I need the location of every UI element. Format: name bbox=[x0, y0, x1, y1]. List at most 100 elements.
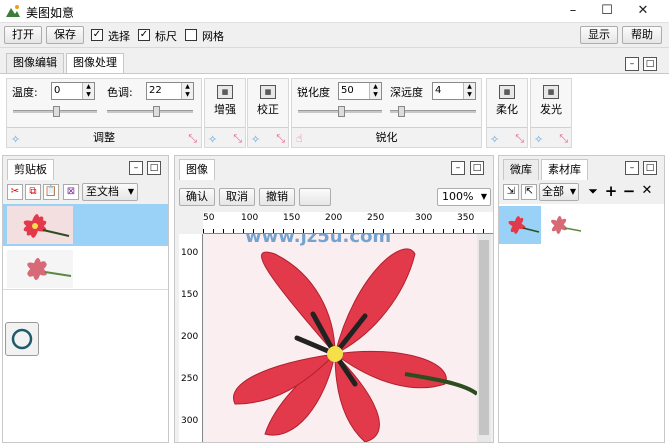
redo-button[interactable] bbox=[299, 188, 331, 206]
soften-button[interactable]: ▦ 柔化 bbox=[487, 79, 527, 127]
glow-button[interactable]: ▦ 发光 bbox=[531, 79, 571, 127]
minimize-button[interactable]: – bbox=[556, 0, 590, 22]
correct-group: ▦ 校正 ✧ ⤡ bbox=[247, 78, 289, 148]
grid-label: 网格 bbox=[202, 30, 224, 43]
ruler-tick: 150 bbox=[283, 213, 301, 223]
expand-arrows-icon[interactable]: ⤡ bbox=[515, 129, 524, 148]
expand-arrows-icon[interactable]: ⤡ bbox=[188, 129, 197, 148]
to-document-label: 至文档 bbox=[86, 185, 119, 198]
depth-slider[interactable] bbox=[390, 106, 476, 117]
expand-arrows-icon[interactable]: ⤡ bbox=[559, 129, 568, 148]
magic-wand-icon: ✧ bbox=[11, 133, 21, 146]
tab-clipboard[interactable]: 剪贴板 bbox=[7, 159, 54, 180]
expand-arrows-icon[interactable]: ⤡ bbox=[233, 129, 242, 148]
clipboard-list bbox=[3, 204, 168, 442]
maximize-button[interactable]: ☐ bbox=[590, 0, 624, 22]
library-toolbar: ⇲ ⇱ 全部 ▼ ⏷ + − ✕ bbox=[499, 180, 664, 204]
ruler-tick: 100 bbox=[241, 213, 259, 223]
clipboard-minimize-button[interactable]: – bbox=[129, 161, 143, 175]
image-canvas[interactable]: www.jz5u.com bbox=[205, 234, 477, 442]
correct-label: 校正 bbox=[257, 103, 279, 116]
glow-group-footer: ✧ ⤡ bbox=[531, 127, 571, 147]
save-button[interactable]: 保存 bbox=[46, 26, 84, 44]
temperature-label: 温度: bbox=[12, 86, 38, 99]
ribbon-tabs: 图像编辑 图像处理 – □ bbox=[0, 48, 669, 74]
select-checkbox[interactable]: ✓ bbox=[91, 29, 103, 41]
image-restore-button[interactable]: □ bbox=[470, 161, 484, 175]
temperature-slider[interactable] bbox=[13, 106, 97, 117]
lily-image bbox=[205, 234, 477, 442]
enhance-group: ▦ 增强 ✧ ⤡ bbox=[204, 78, 246, 148]
circle-tool-button[interactable] bbox=[5, 322, 39, 356]
library-item[interactable] bbox=[499, 206, 541, 244]
tab-material-library[interactable]: 素材库 bbox=[541, 159, 588, 180]
clipboard-restore-button[interactable]: □ bbox=[147, 161, 161, 175]
dropdown-arrow-icon[interactable]: ⏷ bbox=[585, 184, 601, 200]
library-restore-button[interactable]: □ bbox=[643, 161, 657, 175]
sharpness-slider[interactable] bbox=[298, 106, 382, 117]
import-icon[interactable]: ⇲ bbox=[503, 184, 519, 200]
tab-micro-library[interactable]: 微库 bbox=[503, 159, 539, 180]
paste-icon[interactable]: 📋 bbox=[43, 184, 59, 200]
temperature-spin-arrows[interactable]: ▲ ▼ bbox=[82, 83, 94, 99]
hue-slider[interactable] bbox=[107, 106, 193, 117]
library-minimize-button[interactable]: – bbox=[625, 161, 639, 175]
open-button[interactable]: 打开 bbox=[4, 26, 42, 44]
depth-slider-thumb[interactable] bbox=[398, 106, 405, 117]
tab-image-process[interactable]: 图像处理 bbox=[66, 53, 124, 74]
close-button[interactable]: ✕ bbox=[626, 0, 660, 22]
cancel-button[interactable]: 取消 bbox=[219, 188, 255, 206]
lily-thumbnail bbox=[7, 206, 73, 244]
export-icon[interactable]: ⇱ bbox=[521, 184, 537, 200]
hue-spin-arrows[interactable]: ▲ ▼ bbox=[181, 83, 193, 99]
sharpness-spin-arrows[interactable]: ▲ ▼ bbox=[369, 83, 381, 99]
close-icon[interactable]: ✕ bbox=[639, 184, 655, 200]
add-icon[interactable]: + bbox=[603, 184, 619, 200]
horizontal-ruler: 50 100 150 200 250 300 350 bbox=[203, 212, 493, 234]
sharpness-slider-thumb[interactable] bbox=[338, 106, 345, 117]
main-toolbar: 打开 保存 ✓ 选择 ✓ 标尺 网格 显示 帮助 bbox=[0, 22, 669, 48]
remove-icon[interactable]: − bbox=[621, 184, 637, 200]
adjust-group-title: 调整 bbox=[93, 131, 115, 144]
magic-wand-icon: ✧ bbox=[251, 133, 261, 146]
tab-image[interactable]: 图像 bbox=[179, 159, 215, 180]
scrollbar-thumb[interactable] bbox=[479, 240, 489, 435]
ruler-tick: 200 bbox=[325, 213, 343, 223]
confirm-button[interactable]: 确认 bbox=[179, 188, 215, 206]
cut-icon[interactable]: ✂ bbox=[7, 184, 23, 200]
display-button[interactable]: 显示 bbox=[580, 26, 618, 44]
hue-spinner[interactable]: 22 ▲ ▼ bbox=[146, 82, 194, 100]
temperature-spinner[interactable]: 0 ▲ ▼ bbox=[51, 82, 95, 100]
depth-spinner[interactable]: 4 ▲ ▼ bbox=[432, 82, 476, 100]
temperature-slider-thumb[interactable] bbox=[53, 106, 60, 117]
soften-group: ▦ 柔化 ✧ ⤡ bbox=[486, 78, 528, 148]
copy-icon[interactable]: ⧉ bbox=[25, 184, 41, 200]
library-item[interactable] bbox=[543, 206, 583, 244]
list-item[interactable] bbox=[3, 204, 168, 246]
enhance-group-footer: ✧ ⤡ bbox=[205, 127, 245, 147]
sharpness-spinner[interactable]: 50 ▲ ▼ bbox=[338, 82, 382, 100]
hue-slider-thumb[interactable] bbox=[153, 106, 160, 117]
depth-spin-arrows[interactable]: ▲ ▼ bbox=[463, 83, 475, 99]
enhance-button[interactable]: ▦ 增强 bbox=[205, 79, 245, 127]
zoom-select[interactable]: 100% ▼ bbox=[437, 188, 491, 206]
image-minimize-button[interactable]: – bbox=[451, 161, 465, 175]
ribbon-restore-button[interactable]: □ bbox=[643, 57, 657, 71]
ruler-checkbox[interactable]: ✓ bbox=[138, 29, 150, 41]
correct-button[interactable]: ▦ 校正 bbox=[248, 79, 288, 127]
help-button[interactable]: 帮助 bbox=[622, 26, 662, 44]
undo-button[interactable]: 撤销 bbox=[259, 188, 295, 206]
delete-icon[interactable]: ⊠ bbox=[63, 184, 79, 200]
vertical-scrollbar[interactable] bbox=[477, 234, 491, 442]
expand-arrows-icon[interactable]: ⤡ bbox=[276, 129, 285, 148]
list-item[interactable] bbox=[3, 248, 168, 290]
ribbon-minimize-button[interactable]: – bbox=[625, 57, 639, 71]
to-document-button[interactable]: 至文档 ▼ bbox=[82, 183, 138, 201]
filter-select[interactable]: 全部 ▼ bbox=[539, 183, 579, 201]
tab-image-edit[interactable]: 图像编辑 bbox=[6, 53, 64, 73]
sharpen-group: 锐化度 50 ▲ ▼ 深远度 4 ▲ ▼ ☝ 锐化 bbox=[291, 78, 482, 148]
grid-checkbox[interactable] bbox=[185, 29, 197, 41]
sharpen-group-title: 锐化 bbox=[375, 131, 398, 144]
ruler-tick: 250 bbox=[181, 374, 199, 384]
watermark-text: www.jz5u.com bbox=[245, 234, 392, 247]
